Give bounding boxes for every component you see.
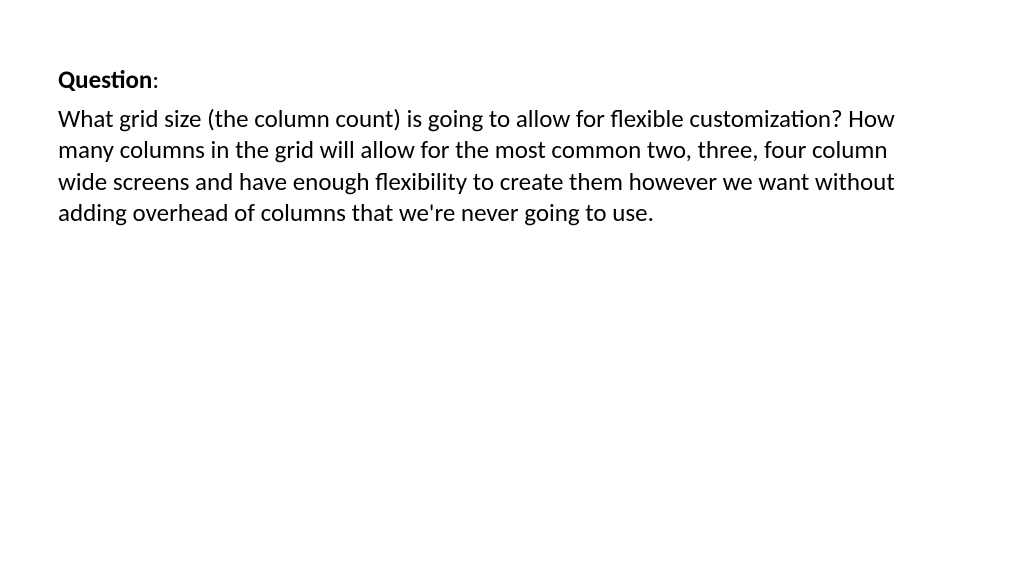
question-separator: : — [152, 64, 159, 95]
question-body: What grid size (the column count) is goi… — [58, 103, 928, 229]
question-heading: Question: — [58, 64, 966, 97]
question-label: Question — [58, 64, 152, 95]
